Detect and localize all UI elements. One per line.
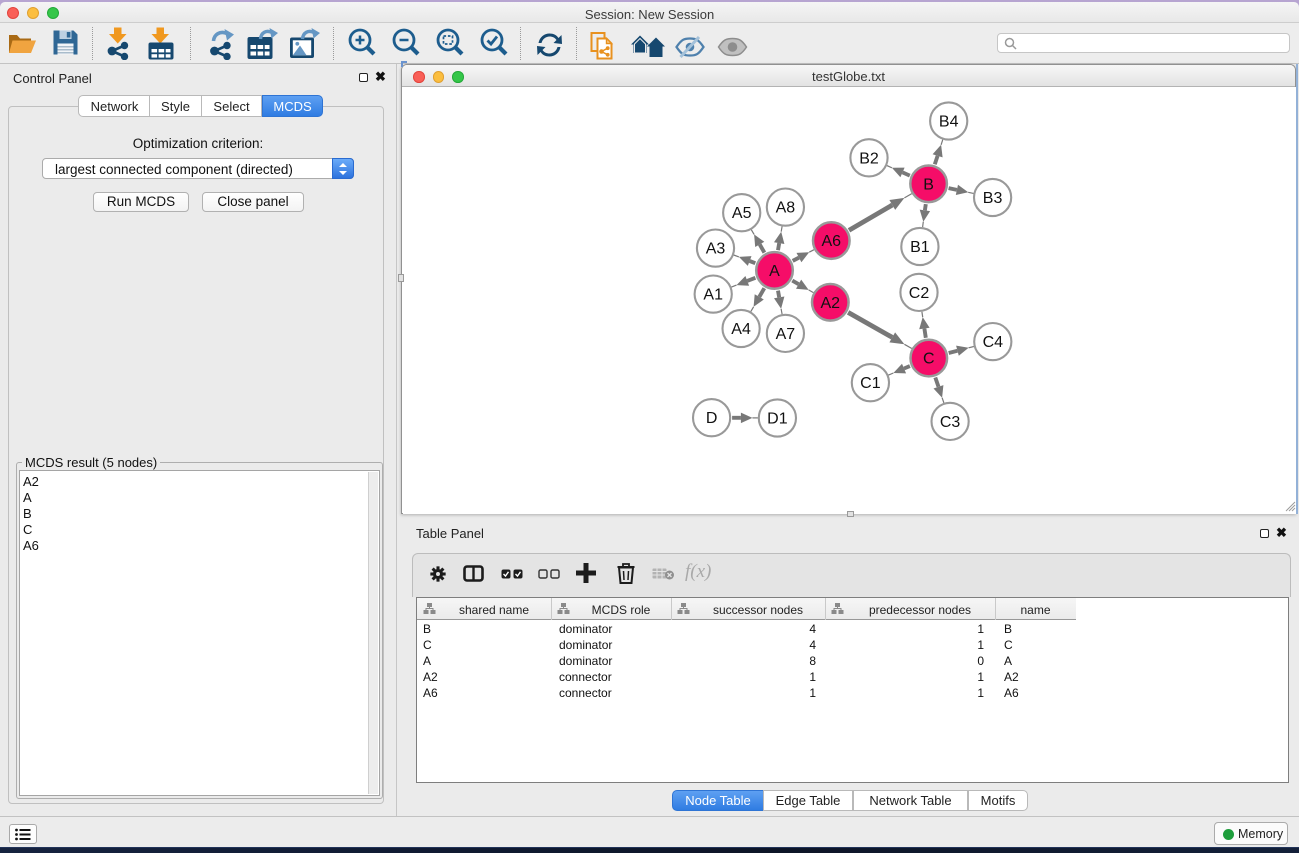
svg-text:C2: C2 [909, 285, 930, 302]
svg-text:B: B [923, 176, 934, 193]
svg-text:A6: A6 [822, 233, 842, 250]
svg-text:D: D [706, 410, 718, 427]
svg-text:A1: A1 [703, 287, 723, 304]
svg-text:C1: C1 [860, 375, 881, 392]
svg-text:A: A [769, 263, 780, 280]
svg-text:A5: A5 [732, 205, 752, 222]
svg-text:A3: A3 [706, 241, 726, 258]
svg-text:A4: A4 [731, 321, 751, 338]
svg-text:D1: D1 [767, 411, 788, 428]
svg-text:B4: B4 [939, 114, 959, 131]
svg-text:A7: A7 [776, 326, 796, 343]
svg-text:A8: A8 [776, 200, 796, 217]
svg-text:B2: B2 [859, 150, 879, 167]
svg-text:A2: A2 [821, 295, 841, 312]
svg-text:B3: B3 [983, 190, 1003, 207]
svg-text:C4: C4 [983, 334, 1004, 351]
svg-text:C3: C3 [940, 414, 961, 431]
svg-text:C: C [923, 351, 935, 368]
svg-text:B1: B1 [910, 239, 930, 256]
